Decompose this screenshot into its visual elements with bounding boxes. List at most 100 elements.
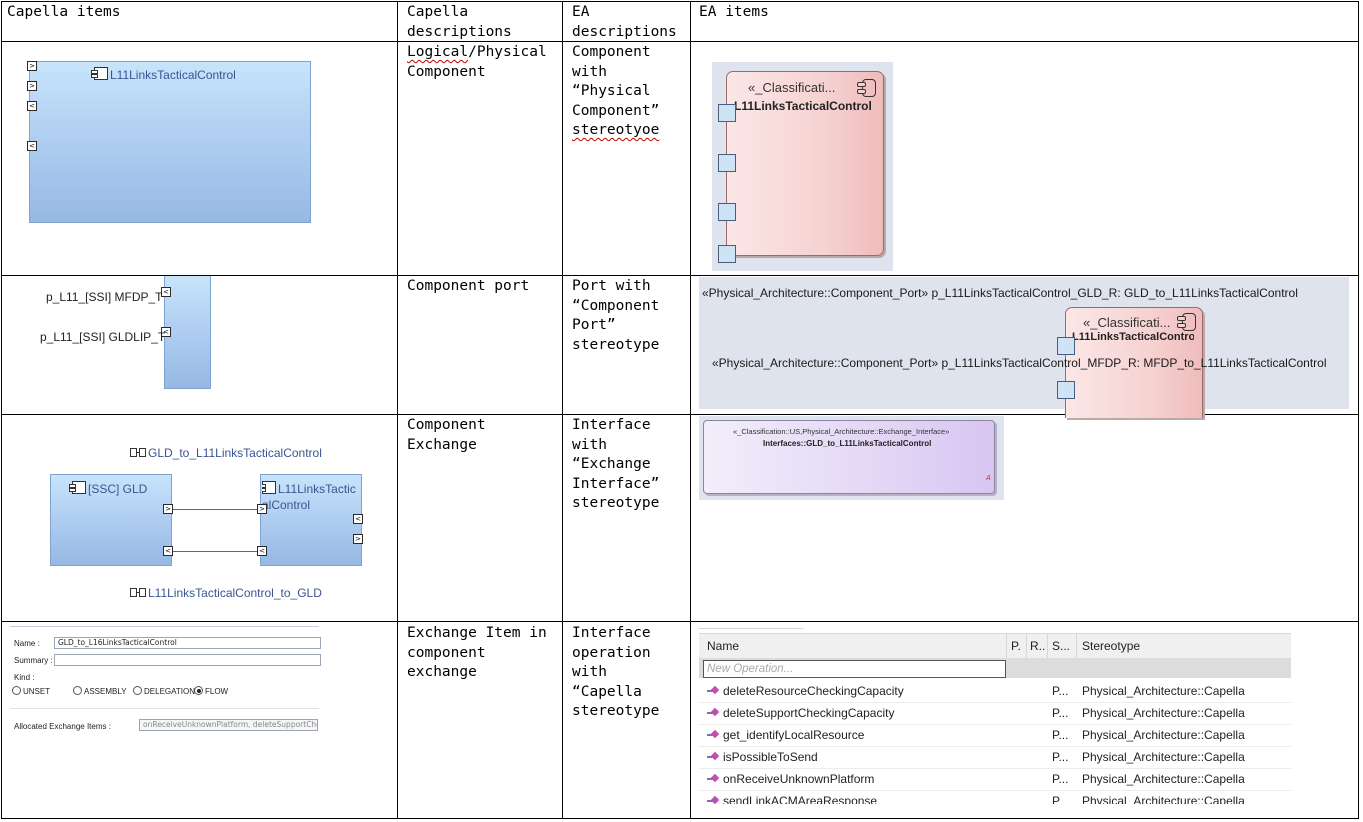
operation-icon — [707, 708, 721, 718]
row4-capella-description: Exchange Item in component exchange — [407, 625, 547, 680]
table-border-right — [1358, 1, 1359, 819]
ea-port[interactable] — [718, 203, 736, 221]
component-icon — [262, 481, 276, 494]
exchange-icon — [130, 588, 146, 597]
operation-row[interactable]: isPossibleToSend — [707, 750, 818, 764]
table-border-bottom — [2, 818, 1359, 819]
kind-radio-flow[interactable]: FLOW — [194, 686, 228, 696]
kind-radio-assembly[interactable]: ASSEMBLY — [73, 686, 127, 696]
ea-port-label: «Physical_Architecture::Component_Port» … — [712, 356, 1327, 370]
ea-port[interactable] — [718, 154, 736, 172]
operation-row[interactable]: get_identifyLocalResource — [707, 728, 864, 742]
ea-port[interactable] — [1057, 337, 1075, 355]
summary-label: Summary : — [14, 656, 53, 665]
capella-port[interactable]: > — [27, 61, 37, 71]
operation-row[interactable]: deleteResourceCheckingCapacity — [707, 684, 904, 698]
capella-component-label: [SSC] GLD — [69, 481, 147, 496]
row2-capella-description: Component port — [407, 278, 530, 294]
operation-icon — [707, 796, 721, 804]
column-separator — [562, 1, 563, 819]
component-icon — [1177, 313, 1196, 331]
capella-port[interactable]: < — [353, 514, 363, 524]
exchange-icon — [130, 448, 146, 457]
operation-row[interactable]: onReceiveUnknownPlatform — [707, 772, 874, 786]
header-ea-descriptions: EA descriptions — [572, 4, 677, 40]
column-header[interactable]: R.. — [1030, 639, 1045, 653]
ea-port[interactable] — [718, 245, 736, 263]
summary-field[interactable] — [54, 654, 321, 666]
capella-port[interactable]: < — [257, 546, 267, 556]
radio-icon — [133, 686, 142, 695]
row3-capella-description: Component Exchange — [407, 417, 486, 453]
capella-port[interactable]: > — [353, 534, 363, 544]
operation-row[interactable]: sendLinkACMAreaResponse — [707, 794, 877, 804]
spellcheck-word: Logical — [407, 44, 469, 60]
operation-scope: P... — [1052, 706, 1069, 720]
allocated-items-field[interactable]: onReceiveUnknownPlatform, deleteSupportC… — [139, 719, 318, 731]
capella-component-label: L11LinksTacticalControl — [91, 67, 236, 82]
form-border — [10, 626, 319, 627]
ea-component-stereotype: «_Classificati... — [1083, 315, 1171, 330]
capella-port[interactable]: < — [163, 546, 173, 556]
ea-interface-stereotype: «_Classification::US,Physical_Architectu… — [733, 427, 950, 436]
header-separator — [2, 41, 1359, 42]
form-divider — [10, 708, 319, 709]
operation-stereotype: Physical_Architecture::Capella — [1082, 728, 1245, 742]
spellcheck-word: stereotyoe — [572, 122, 660, 138]
row1-ea-description: Component with “Physical Component” ster… — [572, 44, 660, 138]
column-header[interactable]: P. — [1011, 639, 1021, 653]
capella-exchange-label: GLD_to_L11LinksTacticalControl — [130, 446, 322, 460]
ea-port[interactable] — [1057, 381, 1075, 399]
operation-stereotype: Physical_Architecture::Capella — [1082, 750, 1245, 764]
capella-port[interactable]: < — [27, 101, 37, 111]
operation-icon — [707, 752, 721, 762]
operation-scope: P... — [1052, 772, 1069, 786]
operation-stereotype: Physical_Architecture::Capella — [1082, 794, 1245, 804]
ea-interface-name: Interfaces::GLD_to_L11LinksTacticalContr… — [763, 439, 932, 448]
radio-selected-icon — [194, 686, 203, 695]
exchange-link[interactable] — [170, 509, 260, 510]
radio-icon — [73, 686, 82, 695]
allocated-items-label: Allocated Exchange Items : — [14, 722, 111, 731]
column-header[interactable]: Name — [707, 639, 739, 653]
capella-port[interactable]: > — [257, 504, 267, 514]
kind-radio-unset[interactable]: UNSET — [12, 686, 50, 696]
column-header[interactable]: Stereotype — [1082, 639, 1140, 653]
operation-stereotype: Physical_Architecture::Capella — [1082, 706, 1245, 720]
row-separator — [2, 621, 1359, 622]
row3-ea-description: Interface with “Exchange Interface” ster… — [572, 417, 660, 511]
capella-port[interactable]: > — [163, 504, 173, 514]
ea-port[interactable] — [718, 104, 736, 122]
header-capella-items: Capella items — [7, 4, 121, 20]
row4-ea-description: Interface operation with “Capella stereo… — [572, 625, 660, 719]
column-separator — [690, 1, 691, 819]
kind-radio-delegation[interactable]: DELEGATION — [133, 686, 195, 696]
table-tab-edge — [699, 624, 804, 629]
new-operation-input[interactable]: New Operation... — [703, 660, 1006, 678]
exchange-link[interactable] — [170, 551, 260, 552]
capella-component-label: L11LinksTactic alControl — [262, 481, 356, 512]
capella-port[interactable]: < — [27, 141, 37, 151]
operation-scope: P... — [1052, 750, 1069, 764]
capella-port-label: p_L11_[SSI] MFDP_T — [46, 290, 163, 304]
ea-component-stereotype: «_Classificati... — [748, 80, 836, 95]
ea-interface-marker: A — [986, 475, 991, 482]
operation-row[interactable]: deleteSupportCheckingCapacity — [707, 706, 894, 720]
operation-scope: P... — [1052, 684, 1069, 698]
operation-stereotype: Physical_Architecture::Capella — [1082, 772, 1245, 786]
ea-operations-table: Name P. R.. S... Stereotype New Operatio… — [699, 624, 1291, 804]
table-header: Name P. R.. S... Stereotype — [699, 633, 1291, 659]
name-field[interactable]: GLD_to_L16LinksTacticalControl — [54, 637, 321, 649]
operation-scope: P... — [1052, 728, 1069, 742]
column-header[interactable]: S... — [1052, 639, 1070, 653]
name-label: Name : — [14, 639, 40, 648]
operation-scope: P — [1052, 794, 1061, 804]
capella-physical-component[interactable] — [29, 61, 311, 223]
row2-ea-description: Port with “Component Port” stereotype — [572, 278, 660, 353]
table-border-top — [2, 1, 1359, 2]
operation-icon — [707, 730, 721, 740]
ea-component-name: L11LinksTacticalControl — [734, 99, 872, 113]
capella-component-fragment[interactable] — [164, 276, 211, 389]
ea-component-name: L11LinksTacticalControl — [1072, 331, 1194, 343]
capella-port[interactable]: > — [27, 81, 37, 91]
